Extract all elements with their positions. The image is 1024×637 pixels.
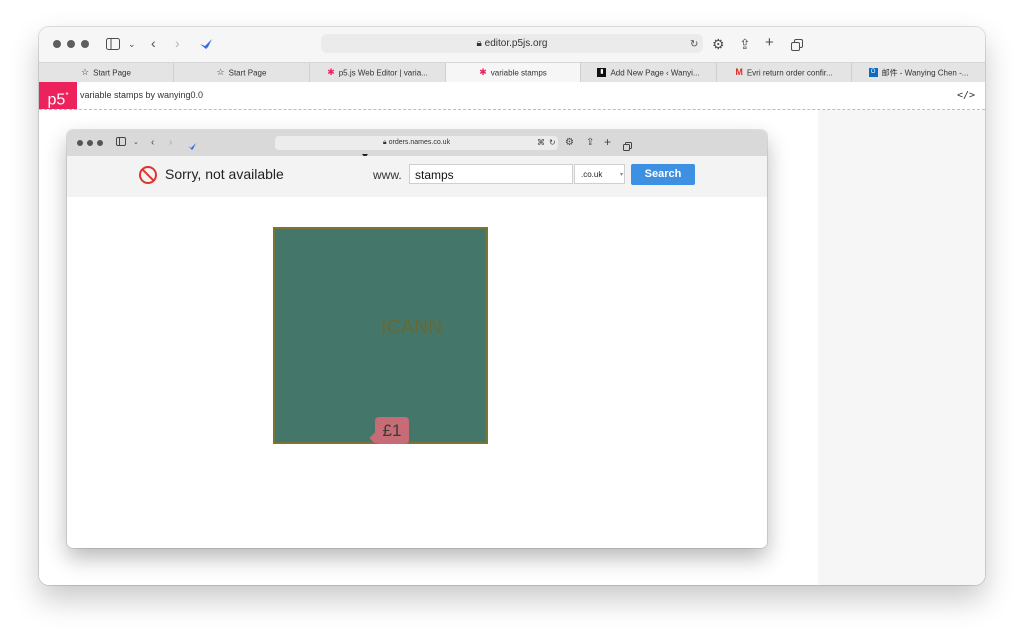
share-icon: ⇪	[586, 137, 595, 148]
tab-label: p5.js Web Editor | varia...	[338, 68, 428, 78]
sidebar-toggle-icon	[116, 137, 126, 150]
gmail-icon: M	[735, 67, 743, 78]
tab-p5-web-editor[interactable]: ✱ p5.js Web Editor | varia...	[310, 63, 446, 82]
zoom-window-button[interactable]	[81, 40, 89, 48]
address-text: editor.p5js.org	[484, 38, 548, 49]
outlook-icon: O	[868, 68, 878, 78]
tab-start-page-1[interactable]: ☆ Start Page	[39, 63, 174, 82]
close-window-button[interactable]	[53, 40, 61, 48]
tab-label: variable stamps	[490, 68, 547, 78]
inner-browser-window: ⌄ ‹ › 🔒︎ orders.names.co.uk ⌘ ↻ ⚙ ⇪ + So…	[67, 130, 767, 548]
sketch-title: variable stamps by wanying0.0	[80, 90, 204, 100]
p5-logo-asterisk: *	[65, 91, 69, 100]
inner-close-dot	[77, 140, 83, 146]
chevron-down-icon[interactable]: ⌄	[128, 36, 136, 52]
p5-asterisk-icon: ✱	[479, 67, 487, 78]
p5-logo[interactable]: p5*	[39, 82, 77, 109]
back-arrow-icon[interactable]: ‹	[151, 35, 156, 51]
www-label: www.	[373, 168, 402, 182]
domain-search-input[interactable]: stamps	[409, 164, 573, 184]
code-toggle-button[interactable]: </>	[957, 82, 975, 109]
variable-stamp: ICANN £1	[273, 227, 488, 444]
prohibited-icon	[139, 166, 157, 184]
availability-status: Sorry, not available	[165, 166, 284, 182]
forward-arrow-icon: ›	[169, 137, 173, 148]
domain-search-bar: Sorry, not available www. stamps .co.uk …	[67, 156, 767, 197]
outer-toolbar: ⌄ ‹ › 🔒︎ editor.p5js.org ↻ ⚙ ⇪ +	[39, 27, 985, 62]
tab-overview-icon	[623, 138, 632, 156]
back-arrow-icon: ‹	[151, 137, 155, 148]
tab-variable-stamps[interactable]: ✱ variable stamps	[446, 63, 581, 82]
address-bar[interactable]: 🔒︎ editor.p5js.org	[321, 34, 703, 53]
inner-minimize-dot	[87, 140, 93, 146]
tld-selected-value: .co.uk	[581, 170, 603, 179]
chevron-down-icon: ▾	[620, 172, 624, 178]
p5-editor-header: p5* variable stamps by wanying0.0 </>	[39, 82, 985, 110]
tab-bar: ☆ Start Page ☆ Start Page ✱ p5.js Web Edito…	[39, 62, 985, 83]
tab-label: Evri return order confir...	[746, 68, 833, 78]
translate-icon: ⌘	[537, 138, 545, 147]
tab-add-new-page[interactable]: ▮ Add New Page ‹ Wanyi...	[581, 63, 717, 82]
star-outline-icon: ☆	[81, 67, 90, 78]
p5-asterisk-icon: ✱	[327, 67, 335, 78]
tab-overview-icon[interactable]	[791, 38, 803, 56]
star-outline-icon: ☆	[216, 67, 225, 78]
tld-select[interactable]: .co.uk ▾	[574, 164, 625, 184]
reload-icon[interactable]: ↻	[690, 37, 698, 53]
inner-zoom-dot	[97, 140, 103, 146]
stamp-label: ICANN	[381, 317, 443, 338]
bird-extension-icon	[187, 138, 197, 156]
inner-toolbar: ⌄ ‹ › 🔒︎ orders.names.co.uk ⌘ ↻ ⚙ ⇪ +	[67, 130, 767, 156]
wordpress-icon: ▮	[597, 68, 607, 78]
bird-extension-icon[interactable]	[199, 37, 213, 55]
inner-address-text: orders.names.co.uk	[388, 139, 451, 146]
sidebar-toggle-icon[interactable]	[106, 37, 120, 53]
tab-evri-return[interactable]: M Evri return order confir...	[717, 63, 852, 82]
p5-logo-text: p5	[47, 91, 66, 109]
tab-label: 邮件 - Wanying Chen -...	[881, 68, 969, 78]
search-button[interactable]: Search	[631, 164, 695, 185]
tab-label: Start Page	[93, 68, 131, 78]
share-icon[interactable]: ⇪	[739, 36, 751, 52]
inner-address-bar: 🔒︎ orders.names.co.uk	[275, 136, 558, 150]
tab-start-page-2[interactable]: ☆ Start Page	[174, 63, 310, 82]
forward-arrow-icon[interactable]: ›	[175, 35, 180, 51]
new-tab-plus-icon: +	[604, 135, 612, 149]
reload-icon: ↻	[549, 138, 556, 147]
lock-icon: 🔒︎	[476, 38, 482, 49]
tab-label: Start Page	[228, 68, 267, 78]
side-panel	[818, 110, 985, 585]
gear-icon[interactable]: ⚙	[712, 36, 725, 52]
chevron-down-icon: ⌄	[133, 139, 139, 146]
new-tab-plus-icon[interactable]: +	[765, 35, 774, 51]
price-tag: £1	[375, 417, 409, 444]
tab-label: Add New Page ‹ Wanyi...	[610, 68, 700, 78]
minimize-window-button[interactable]	[67, 40, 75, 48]
gear-icon: ⚙	[565, 137, 574, 148]
tab-outlook-mail[interactable]: O 邮件 - Wanying Chen -...	[852, 63, 985, 82]
lock-icon: 🔒︎	[382, 139, 387, 146]
